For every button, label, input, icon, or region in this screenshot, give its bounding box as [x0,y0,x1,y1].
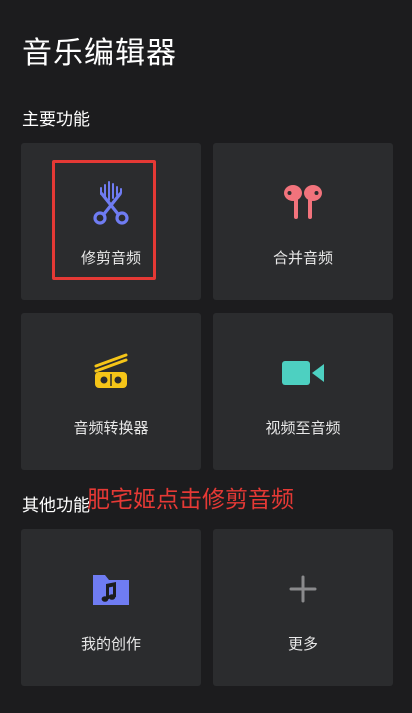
app-title: 音乐编辑器 [22,36,177,71]
tile-audio-converter-label: 音频转换器 [73,419,149,437]
section-title-main: 主要功能 [22,110,90,130]
tile-merge-audio[interactable]: 合并音频 [213,143,393,300]
annotation-text: 肥宅姬点击修剪音频 [87,487,294,513]
highlight-box [52,160,156,280]
music-folder-icon [89,567,133,611]
earbuds-icon [281,181,325,225]
tile-my-works-label: 我的创作 [80,635,141,653]
plus-icon [281,567,325,611]
section-title-other: 其他功能 [22,496,90,516]
video-camera-icon [281,351,325,395]
tile-video-to-audio-label: 视频至音频 [265,419,341,437]
tile-merge-audio-label: 合并音频 [272,249,333,267]
tile-my-works[interactable]: 我的创作 [21,529,201,686]
tile-more[interactable]: 更多 [213,529,393,686]
tile-video-to-audio[interactable]: 视频至音频 [213,313,393,470]
tile-more-label: 更多 [287,635,318,653]
converter-icon [89,351,133,395]
tile-audio-converter[interactable]: 音频转换器 [21,313,201,470]
